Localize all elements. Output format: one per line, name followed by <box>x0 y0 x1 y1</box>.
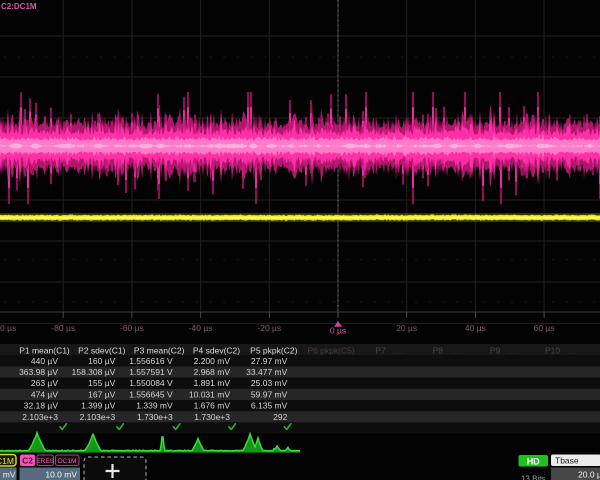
svg-text:263 µV: 263 µV <box>31 378 58 388</box>
svg-text:C2: C2 <box>22 456 33 466</box>
svg-text:0 mV: 0 mV <box>0 470 16 480</box>
svg-text:363.98 µV: 363.98 µV <box>19 367 58 377</box>
svg-text:-20 µs: -20 µs <box>257 323 281 333</box>
svg-text:160 µV: 160 µV <box>88 356 115 366</box>
svg-text:P1 mean(C1): P1 mean(C1) <box>19 346 70 356</box>
svg-text:32.18 µV: 32.18 µV <box>24 401 59 411</box>
svg-text:P4 sdev(C2): P4 sdev(C2) <box>193 346 240 356</box>
svg-text:-80 µs: -80 µs <box>51 323 75 333</box>
svg-text:40 µs: 40 µs <box>465 323 486 333</box>
svg-text:1.399 µV: 1.399 µV <box>81 401 116 411</box>
svg-text:P7: P7 <box>375 346 386 356</box>
svg-text:Tbase: Tbase <box>555 456 579 466</box>
svg-text:P9: P9 <box>490 346 501 356</box>
svg-text:P5 pkpk(C2): P5 pkpk(C2) <box>250 346 297 356</box>
svg-text:2.968 mV: 2.968 mV <box>194 367 231 377</box>
svg-text:292: 292 <box>273 412 287 422</box>
svg-text:10.031 mV: 10.031 mV <box>189 389 230 399</box>
svg-text:1.557591 V: 1.557591 V <box>129 367 173 377</box>
svg-text:.....: ..... <box>451 349 461 356</box>
svg-text:2.103e+3: 2.103e+3 <box>80 412 116 422</box>
svg-text:P6 pkpk(C5): P6 pkpk(C5) <box>307 346 354 356</box>
svg-text:P10: P10 <box>545 346 560 356</box>
svg-text:33.477 mV: 33.477 mV <box>246 367 287 377</box>
svg-text:.....: ..... <box>566 349 576 356</box>
svg-text:10.0 mV: 10.0 mV <box>45 470 77 480</box>
svg-text:DC1M: DC1M <box>58 458 76 465</box>
svg-text:1.730e+3: 1.730e+3 <box>194 412 230 422</box>
svg-text:158.308 µV: 158.308 µV <box>72 367 116 377</box>
svg-text:60 µs: 60 µs <box>534 323 555 333</box>
svg-text:1.730e+3: 1.730e+3 <box>137 412 173 422</box>
svg-text:440 µV: 440 µV <box>31 356 58 366</box>
svg-text:6.135 mV: 6.135 mV <box>251 401 288 411</box>
svg-text:13 Bits: 13 Bits <box>521 475 545 480</box>
svg-text:-40 µs: -40 µs <box>189 323 213 333</box>
svg-text:25.03 mV: 25.03 mV <box>251 378 288 388</box>
svg-text:1.556645 V: 1.556645 V <box>129 389 173 399</box>
svg-text:0 µs: 0 µs <box>330 326 346 336</box>
svg-text:2.103e+3: 2.103e+3 <box>22 412 58 422</box>
svg-text:1.556616 V: 1.556616 V <box>129 356 173 366</box>
svg-text:474 µV: 474 µV <box>31 389 58 399</box>
svg-text:P3 mean(C2): P3 mean(C2) <box>134 346 185 356</box>
svg-text:HD: HD <box>527 456 540 466</box>
svg-text:C2:DC1M: C2:DC1M <box>1 2 37 11</box>
svg-text:-100 µs: -100 µs <box>0 323 16 333</box>
svg-text:59.97 mV: 59.97 mV <box>251 389 288 399</box>
svg-text:.....: ..... <box>394 349 404 356</box>
svg-text:155 µV: 155 µV <box>88 378 115 388</box>
svg-text:ERES: ERES <box>36 458 54 465</box>
svg-text:20 µs: 20 µs <box>396 323 417 333</box>
svg-text:27.97 mV: 27.97 mV <box>251 356 288 366</box>
svg-text:.....: ..... <box>508 349 518 356</box>
svg-text:-60 µs: -60 µs <box>120 323 144 333</box>
svg-text:P2 sdev(C1): P2 sdev(C1) <box>78 346 125 356</box>
svg-text:1.339 mV: 1.339 mV <box>136 401 173 411</box>
svg-text:1.550084 V: 1.550084 V <box>129 378 173 388</box>
svg-text:DC1M: DC1M <box>0 456 14 466</box>
svg-text:1.891 mV: 1.891 mV <box>194 378 231 388</box>
svg-text:20.0 µs/div: 20.0 µs/div <box>578 470 600 480</box>
svg-text:2.200 mV: 2.200 mV <box>194 356 231 366</box>
svg-text:P8: P8 <box>433 346 444 356</box>
svg-text:167 µV: 167 µV <box>88 389 115 399</box>
svg-text:1.676 mV: 1.676 mV <box>194 401 231 411</box>
